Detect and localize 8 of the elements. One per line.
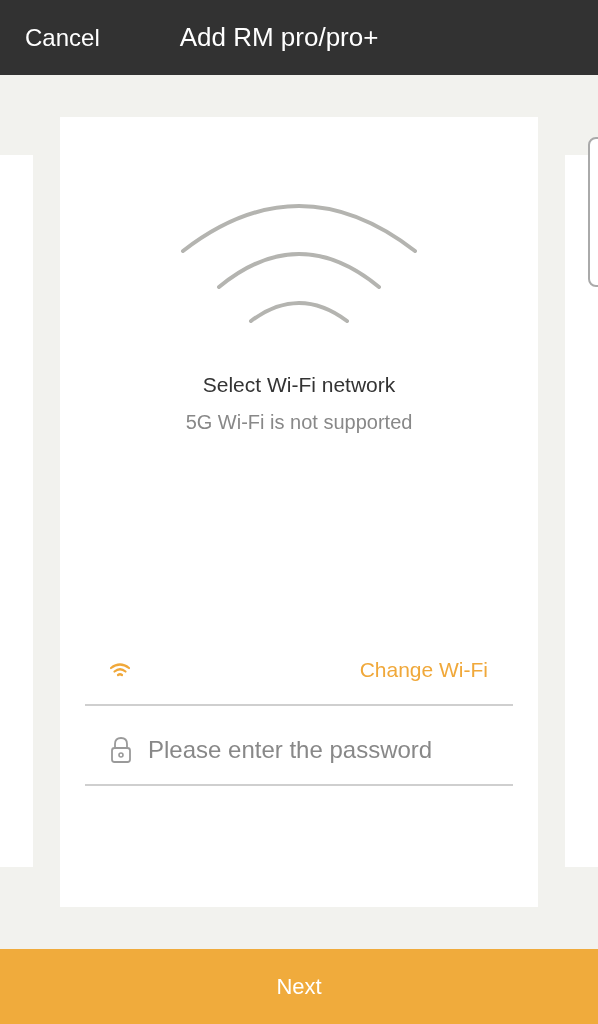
lock-icon (110, 736, 132, 764)
wifi-icon (110, 663, 130, 677)
next-button[interactable]: Next (0, 949, 598, 1024)
change-wifi-link[interactable]: Change Wi-Fi (359, 658, 488, 682)
cancel-button[interactable]: Cancel (25, 23, 100, 52)
card-subtitle: 5G Wi-Fi is not supported (185, 411, 413, 434)
card-title: Select Wi-Fi network (202, 373, 396, 397)
page-title: Add RM pro/pro+ (179, 22, 379, 53)
